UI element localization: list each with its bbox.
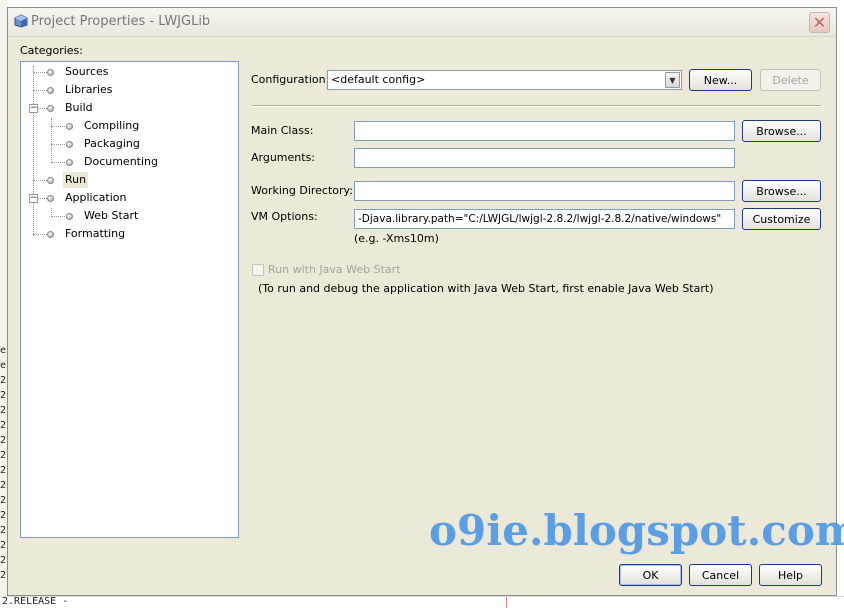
working-directory-label: Working Directory: bbox=[251, 184, 353, 197]
ok-button[interactable]: OK bbox=[619, 564, 682, 586]
tree-item-libraries[interactable]: Libraries bbox=[63, 82, 115, 98]
chevron-down-icon[interactable]: ▼ bbox=[665, 72, 680, 88]
node-icon bbox=[47, 231, 54, 238]
application-collapse-icon[interactable]: − bbox=[29, 194, 38, 203]
node-icon bbox=[47, 87, 54, 94]
background-margin-line bbox=[506, 597, 507, 608]
configuration-value: <default config> bbox=[331, 73, 426, 86]
close-button[interactable]: ✕ bbox=[809, 12, 830, 33]
project-properties-dialog: Project Properties - LWJGLib ✕ Categorie… bbox=[7, 7, 844, 596]
tree-item-run[interactable]: Run bbox=[63, 172, 89, 188]
background-code-line: e bbox=[0, 345, 7, 356]
configuration-select[interactable]: <default config> ▼ bbox=[327, 70, 682, 90]
tree-connector bbox=[33, 66, 34, 236]
node-icon bbox=[66, 141, 73, 148]
title-bar[interactable]: Project Properties - LWJGLib ✕ bbox=[8, 8, 836, 37]
dialog-title: Project Properties - LWJGLib bbox=[31, 14, 211, 29]
tree-item-formatting[interactable]: Formatting bbox=[63, 226, 127, 242]
tree-connector bbox=[51, 216, 65, 217]
web-start-note: (To run and debug the application with J… bbox=[258, 282, 714, 295]
tree-connector bbox=[51, 118, 52, 162]
new-config-button[interactable]: New... bbox=[689, 69, 752, 91]
node-icon bbox=[66, 213, 73, 220]
browse-main-class-button[interactable]: Browse... bbox=[742, 120, 821, 142]
vm-options-hint: (e.g. -Xms10m) bbox=[354, 232, 439, 245]
arguments-label: Arguments: bbox=[251, 151, 316, 164]
arguments-input[interactable] bbox=[354, 148, 735, 168]
cancel-button[interactable]: Cancel bbox=[689, 564, 752, 586]
main-class-input[interactable] bbox=[354, 121, 735, 141]
node-icon bbox=[47, 105, 54, 112]
main-class-label: Main Class: bbox=[251, 124, 314, 137]
node-icon bbox=[66, 123, 73, 130]
tree-connector bbox=[33, 90, 47, 91]
tree-connector bbox=[33, 180, 47, 181]
background-status-strip: 2.RELEASE - bbox=[0, 596, 844, 608]
working-directory-input[interactable] bbox=[354, 181, 735, 201]
tree-connector bbox=[51, 144, 65, 145]
categories-tree[interactable]: − − Sources Libraries Build Compiling Pa… bbox=[20, 61, 239, 538]
vm-options-input[interactable]: -Djava.library.path="C:/LWJGL/lwjgl-2.8.… bbox=[354, 209, 735, 229]
section-separator bbox=[252, 105, 821, 107]
node-icon bbox=[66, 159, 73, 166]
tree-item-application[interactable]: Application bbox=[63, 190, 128, 206]
watermark-text: o9ie.blogspot.com bbox=[429, 506, 844, 555]
close-icon: ✕ bbox=[812, 12, 827, 32]
categories-label: Categories: bbox=[20, 44, 83, 57]
tree-item-documenting[interactable]: Documenting bbox=[82, 154, 160, 170]
background-code-line: e bbox=[0, 360, 7, 371]
help-button[interactable]: Help bbox=[759, 564, 822, 586]
build-collapse-icon[interactable]: − bbox=[29, 104, 38, 113]
node-icon bbox=[47, 69, 54, 76]
tree-item-sources[interactable]: Sources bbox=[63, 64, 111, 80]
delete-config-button[interactable]: Delete bbox=[760, 69, 821, 91]
tree-connector bbox=[51, 162, 65, 163]
tree-connector bbox=[51, 126, 65, 127]
customize-vm-options-button[interactable]: Customize bbox=[742, 208, 821, 230]
tree-item-packaging[interactable]: Packaging bbox=[82, 136, 142, 152]
tree-item-web-start[interactable]: Web Start bbox=[82, 208, 140, 224]
tree-connector bbox=[33, 72, 47, 73]
project-cube-icon bbox=[14, 14, 28, 28]
vm-options-label: VM Options: bbox=[251, 210, 318, 223]
browse-working-directory-button[interactable]: Browse... bbox=[742, 180, 821, 202]
node-icon bbox=[47, 195, 54, 202]
tree-connector bbox=[33, 234, 47, 235]
tree-item-compiling[interactable]: Compiling bbox=[82, 118, 141, 134]
run-with-web-start-checkbox[interactable] bbox=[252, 264, 264, 276]
configuration-label: Configuration: bbox=[251, 73, 330, 86]
tree-connector bbox=[38, 108, 47, 109]
run-with-web-start-label: Run with Java Web Start bbox=[268, 263, 401, 276]
tree-item-build[interactable]: Build bbox=[63, 100, 95, 116]
node-icon bbox=[47, 177, 54, 184]
tree-connector bbox=[38, 198, 47, 199]
background-release-text: 2.RELEASE - bbox=[2, 596, 69, 607]
